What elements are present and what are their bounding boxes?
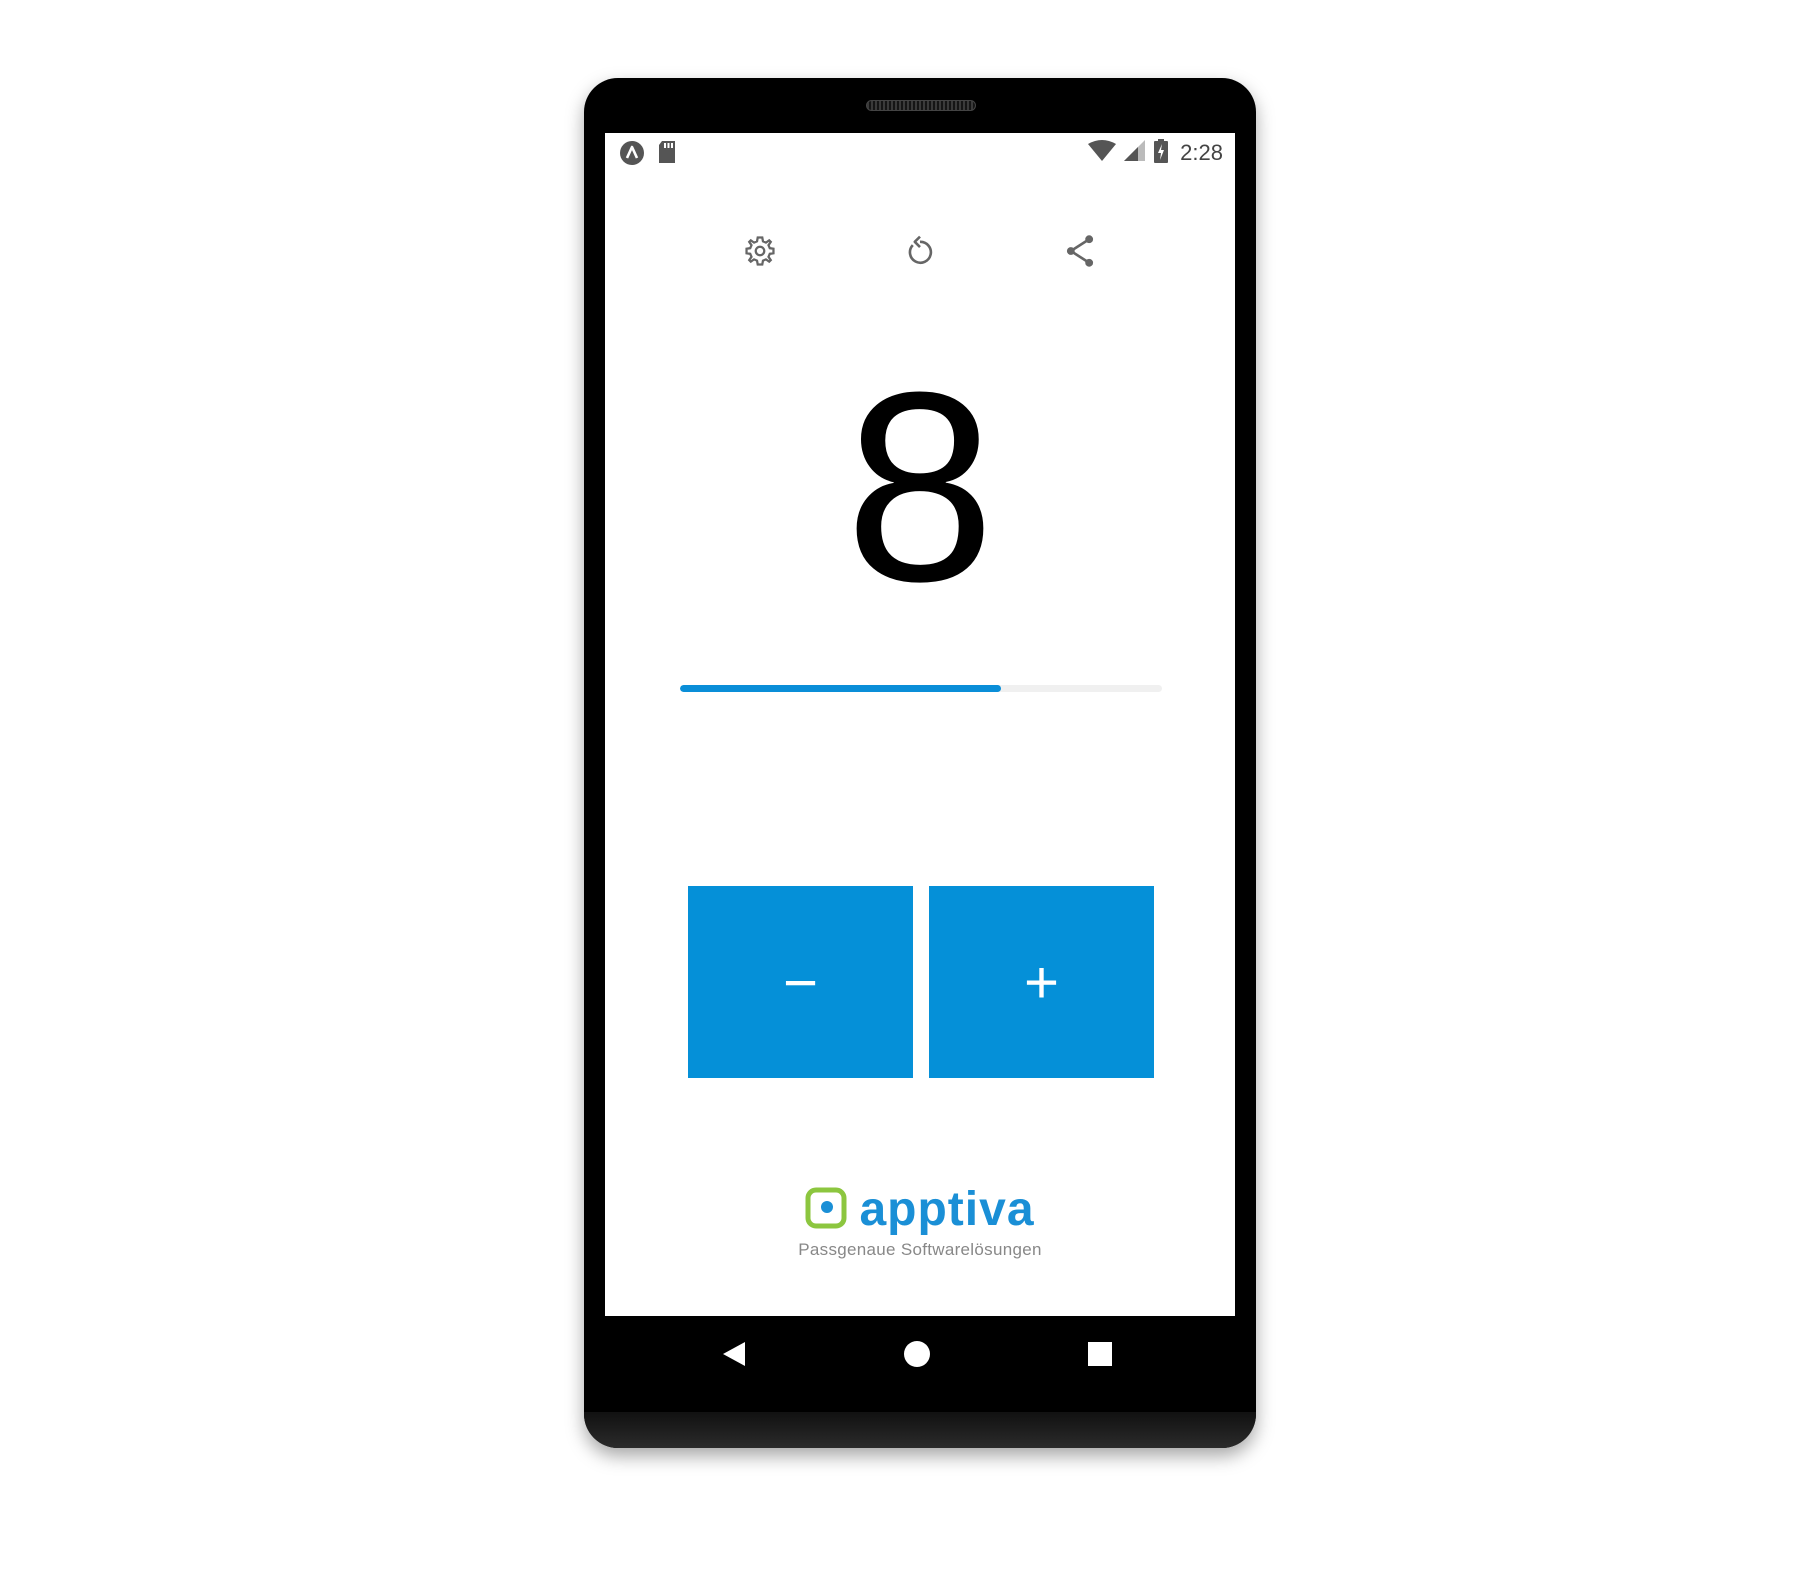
battery-charging-icon <box>1154 138 1169 168</box>
app-screen: 2:28 8 − + apptiva Passgenaue Softwarelö… <box>605 133 1235 1316</box>
cell-signal-icon <box>1124 139 1146 167</box>
brand-logo: apptiva Passgenaue Softwarelösungen <box>605 1186 1235 1260</box>
sd-card-icon <box>657 140 677 169</box>
progress-fill <box>680 685 1001 692</box>
phone-frame: 2:28 8 − + apptiva Passgenaue Softwarelö… <box>584 78 1256 1448</box>
counter-value: 8 <box>844 337 996 638</box>
brand-name: apptiva <box>859 1183 1035 1236</box>
app-notification-icon <box>619 140 645 171</box>
navigation-bar <box>605 1316 1235 1390</box>
home-icon[interactable] <box>899 1336 935 1372</box>
status-time: 2:28 <box>1180 140 1223 165</box>
increment-button[interactable]: + <box>929 886 1154 1078</box>
brand-tagline: Passgenaue Softwarelösungen <box>798 1240 1042 1259</box>
status-bar: 2:28 <box>605 133 1235 173</box>
phone-chin <box>584 1412 1256 1448</box>
status-icons: 2:28 <box>1088 138 1223 168</box>
reset-icon[interactable] <box>900 231 940 271</box>
recents-icon[interactable] <box>1082 1336 1118 1372</box>
progress-bar <box>680 685 1162 692</box>
share-icon[interactable] <box>1060 231 1100 271</box>
decrement-button[interactable]: − <box>688 886 913 1078</box>
wifi-icon <box>1088 139 1117 167</box>
phone-speaker <box>866 100 976 111</box>
settings-icon[interactable] <box>740 231 780 271</box>
back-icon[interactable] <box>716 1336 752 1372</box>
apptiva-logo-icon <box>805 1187 847 1234</box>
